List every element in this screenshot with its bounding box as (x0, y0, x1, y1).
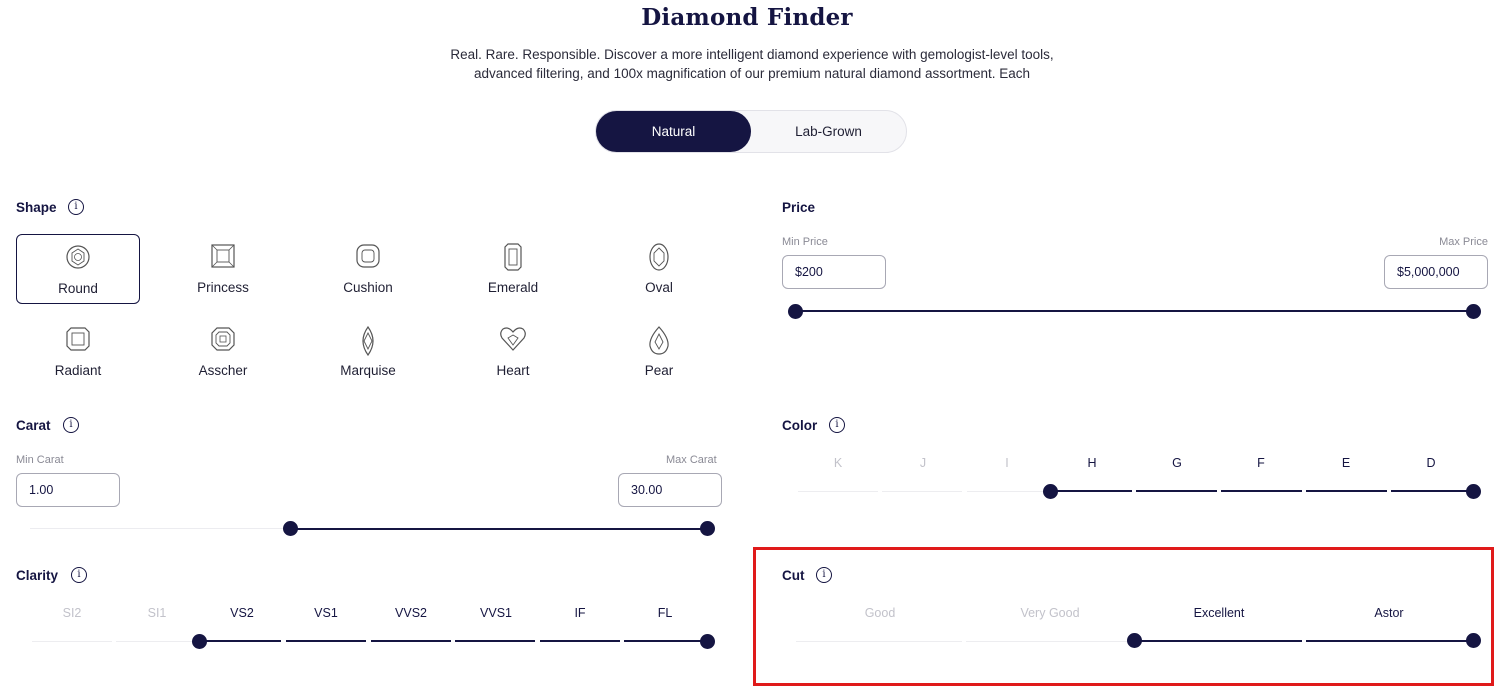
clarity-info-icon[interactable]: i (71, 567, 87, 583)
shape-round[interactable]: Round (16, 234, 140, 304)
shape-emerald[interactable]: Emerald (451, 234, 575, 304)
diamond-type-toggle: Natural Lab-Grown (595, 110, 907, 153)
min-carat-label: Min Carat (16, 454, 64, 466)
shape-section-label: Shape (16, 200, 57, 215)
carat-section-label: Carat (16, 418, 51, 433)
clarity-section-label: Clarity (16, 568, 59, 583)
shape-princess[interactable]: Princess (161, 234, 285, 304)
clarity-grade-si1[interactable]: SI1 (127, 606, 187, 620)
price-slider-track[interactable] (796, 310, 1474, 312)
color-segment (1051, 490, 1132, 492)
shape-pear[interactable]: Pear (597, 317, 721, 387)
clarity-grade-fl[interactable]: FL (635, 606, 695, 620)
shape-label-cushion: Cushion (343, 280, 393, 295)
shape-label-round: Round (58, 281, 98, 296)
shape-asscher[interactable]: Asscher (161, 317, 285, 387)
subtitle-line-1: Real. Rare. Responsible. Discover a more… (450, 47, 1054, 62)
round-diamond-icon (66, 245, 90, 269)
color-segment (1221, 490, 1302, 492)
color-segment (882, 491, 962, 492)
min-carat-input[interactable] (16, 473, 120, 507)
min-price-input[interactable] (782, 255, 886, 289)
color-segment (967, 491, 1047, 492)
shape-marquise[interactable]: Marquise (306, 317, 430, 387)
princess-diamond-icon (211, 244, 235, 268)
max-carat-label: Max Carat (666, 454, 717, 466)
clarity-grade-vvs1[interactable]: VVS1 (466, 606, 526, 620)
toggle-natural[interactable]: Natural (596, 111, 751, 152)
price-min-handle[interactable] (788, 304, 803, 319)
heart-diamond-icon (500, 327, 526, 351)
oval-diamond-icon (649, 243, 669, 271)
color-grade-g[interactable]: G (1147, 456, 1207, 470)
emerald-diamond-icon (504, 243, 522, 271)
carat-slider-track-inactive (30, 528, 291, 529)
radiant-diamond-icon (66, 327, 90, 351)
clarity-segment (371, 640, 451, 642)
color-grade-j[interactable]: J (893, 456, 953, 470)
clarity-segment (200, 640, 281, 642)
toggle-lab-grown[interactable]: Lab-Grown (751, 111, 906, 152)
shape-label-marquise: Marquise (340, 363, 396, 378)
clarity-segment (455, 640, 535, 642)
carat-min-handle[interactable] (283, 521, 298, 536)
shape-label-princess: Princess (197, 280, 249, 295)
clarity-grade-vs2[interactable]: VS2 (212, 606, 272, 620)
shape-label-radiant: Radiant (54, 363, 102, 378)
cushion-diamond-icon (356, 244, 380, 268)
color-section-label: Color (782, 418, 818, 433)
color-grade-i[interactable]: I (977, 456, 1037, 470)
pear-diamond-icon (649, 326, 669, 355)
shape-radiant[interactable]: Radiant (16, 317, 140, 387)
max-price-label: Max Price (1439, 236, 1488, 248)
marquise-diamond-icon (362, 326, 374, 356)
shape-label-emerald: Emerald (487, 280, 539, 295)
clarity-grade-if[interactable]: IF (550, 606, 610, 620)
price-max-handle[interactable] (1466, 304, 1481, 319)
page-subtitle: Real. Rare. Responsible. Discover a more… (397, 45, 1107, 83)
color-segment (1306, 490, 1387, 492)
subtitle-line-2: advanced filtering, and 100x magnificati… (473, 66, 1031, 81)
clarity-segment (32, 641, 112, 642)
color-grade-d[interactable]: D (1401, 456, 1461, 470)
color-info-icon[interactable]: i (829, 417, 845, 433)
carat-slider-track-active[interactable] (291, 528, 708, 530)
shape-oval[interactable]: Oval (597, 234, 721, 304)
page-title: Diamond Finder (641, 4, 853, 31)
color-grade-h[interactable]: H (1062, 456, 1122, 470)
clarity-segment (624, 640, 708, 642)
shape-label-oval: Oval (645, 280, 673, 295)
price-section-label: Price (782, 200, 816, 215)
color-min-handle[interactable] (1043, 484, 1058, 499)
color-grade-e[interactable]: E (1316, 456, 1376, 470)
carat-max-handle[interactable] (700, 521, 715, 536)
carat-info-icon[interactable]: i (63, 417, 79, 433)
shape-cushion[interactable]: Cushion (306, 234, 430, 304)
min-price-label: Min Price (782, 236, 828, 248)
shape-label-heart: Heart (496, 363, 530, 378)
color-grade-f[interactable]: F (1231, 456, 1291, 470)
clarity-max-handle[interactable] (700, 634, 715, 649)
clarity-segment (286, 640, 366, 642)
clarity-segment (116, 641, 196, 642)
max-price-input[interactable] (1384, 255, 1488, 289)
color-segment (1391, 490, 1473, 492)
shape-info-icon[interactable]: i (68, 199, 84, 215)
shape-label-pear: Pear (644, 363, 674, 378)
clarity-segment (540, 640, 620, 642)
color-max-handle[interactable] (1466, 484, 1481, 499)
clarity-grade-si2[interactable]: SI2 (42, 606, 102, 620)
clarity-min-handle[interactable] (192, 634, 207, 649)
max-carat-input[interactable] (618, 473, 722, 507)
color-grade-k[interactable]: K (808, 456, 868, 470)
shape-heart[interactable]: Heart (451, 317, 575, 387)
color-segment (798, 491, 878, 492)
clarity-grade-vvs2[interactable]: VVS2 (381, 606, 441, 620)
asscher-diamond-icon (211, 327, 235, 351)
clarity-grade-vs1[interactable]: VS1 (296, 606, 356, 620)
shape-label-asscher: Asscher (198, 363, 248, 378)
color-segment (1136, 490, 1217, 492)
cut-highlight-box (753, 547, 1494, 686)
